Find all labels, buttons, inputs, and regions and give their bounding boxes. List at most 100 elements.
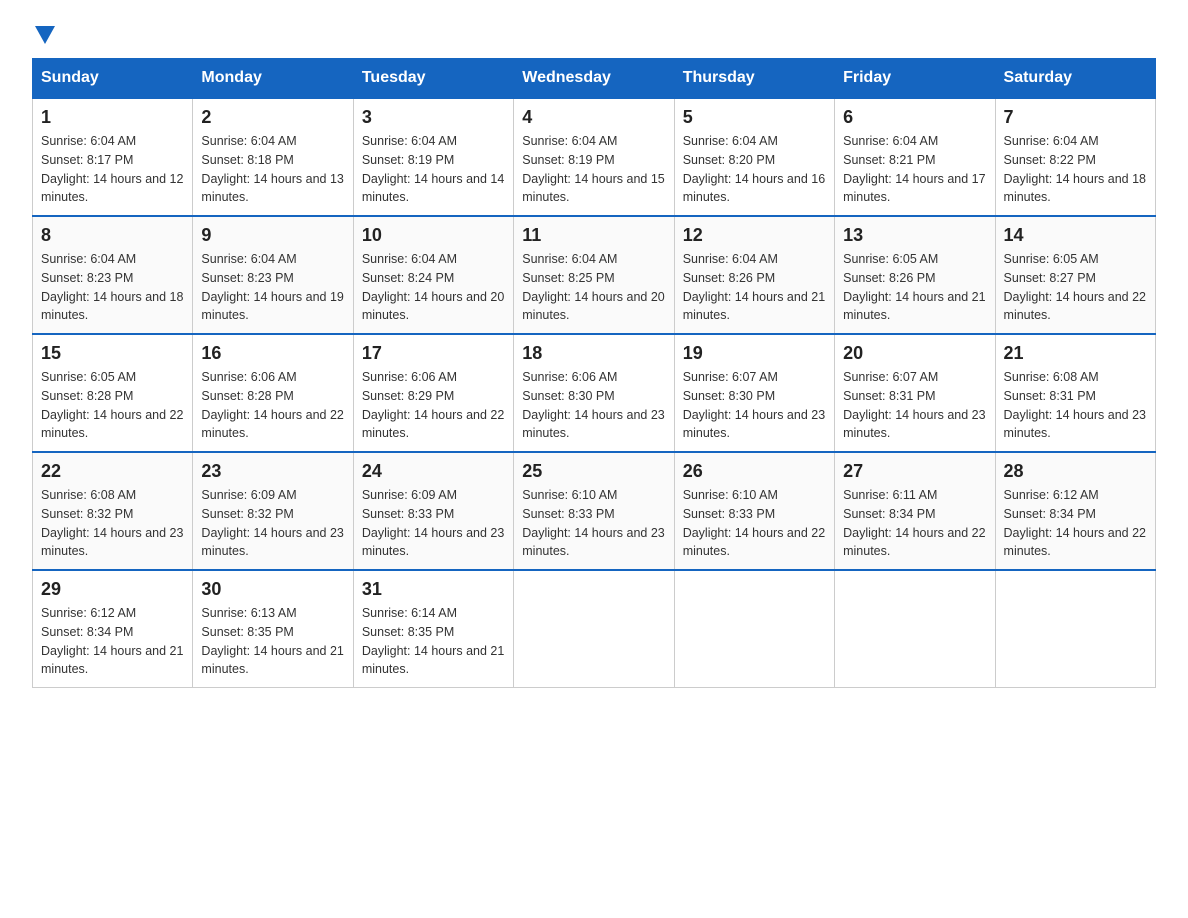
daylight-label: Daylight: 14 hours and 21 minutes. (683, 290, 825, 323)
sunset-label: Sunset: 8:18 PM (201, 153, 293, 167)
calendar-cell: 31 Sunrise: 6:14 AMSunset: 8:35 PMDayligh… (353, 570, 513, 688)
day-info: Sunrise: 6:11 AMSunset: 8:34 PMDaylight:… (843, 486, 986, 561)
day-info: Sunrise: 6:10 AMSunset: 8:33 PMDaylight:… (683, 486, 826, 561)
daylight-label: Daylight: 14 hours and 22 minutes. (201, 408, 343, 441)
page-header (32, 24, 1156, 46)
sunset-label: Sunset: 8:23 PM (41, 271, 133, 285)
sunrise-label: Sunrise: 6:05 AM (41, 370, 136, 384)
sunrise-label: Sunrise: 6:06 AM (201, 370, 296, 384)
daylight-label: Daylight: 14 hours and 13 minutes. (201, 172, 343, 205)
sunset-label: Sunset: 8:32 PM (41, 507, 133, 521)
calendar-cell: 12 Sunrise: 6:04 AMSunset: 8:26 PMDayligh… (674, 216, 834, 334)
calendar-table: SundayMondayTuesdayWednesdayThursdayFrid… (32, 58, 1156, 688)
sunset-label: Sunset: 8:23 PM (201, 271, 293, 285)
sunset-label: Sunset: 8:33 PM (522, 507, 614, 521)
day-info: Sunrise: 6:04 AMSunset: 8:19 PMDaylight:… (522, 132, 665, 207)
calendar-cell: 23Sunrise: 6:09 AMSunset: 8:32 PMDayligh… (193, 452, 353, 570)
day-info: Sunrise: 6:04 AMSunset: 8:26 PMDaylight:… (683, 250, 826, 325)
day-number: 29 (41, 579, 184, 600)
daylight-label: Daylight: 14 hours and 17 minutes. (843, 172, 985, 205)
sunrise-label: Sunrise: 6:04 AM (41, 252, 136, 266)
sunset-label: Sunset: 8:29 PM (362, 389, 454, 403)
day-info: Sunrise: 6:10 AMSunset: 8:33 PMDaylight:… (522, 486, 665, 561)
day-number: 2 (201, 107, 344, 128)
daylight-label: Daylight: 14 hours and 22 minutes. (1004, 290, 1146, 323)
daylight-label: Daylight: 14 hours and 12 minutes. (41, 172, 183, 205)
day-info: Sunrise: 6:06 AMSunset: 8:30 PMDaylight:… (522, 368, 665, 443)
calendar-cell: 30Sunrise: 6:13 AMSunset: 8:35 PMDayligh… (193, 570, 353, 688)
sunrise-label: Sunrise: 6:09 AM (201, 488, 296, 502)
day-info: Sunrise: 6:12 AMSunset: 8:34 PMDaylight:… (1004, 486, 1147, 561)
sunset-label: Sunset: 8:26 PM (683, 271, 775, 285)
sunrise-label: Sunrise: 6:04 AM (683, 134, 778, 148)
sunrise-label: Sunrise: 6:06 AM (522, 370, 617, 384)
sunset-label: Sunset: 8:32 PM (201, 507, 293, 521)
daylight-label: Daylight: 14 hours and 23 minutes. (41, 526, 183, 559)
day-number: 19 (683, 343, 826, 364)
day-info: Sunrise: 6:09 AMSunset: 8:33 PMDaylight:… (362, 486, 505, 561)
daylight-label: Daylight: 14 hours and 23 minutes. (522, 526, 664, 559)
day-number: 10 (362, 225, 505, 246)
sunrise-label: Sunrise: 6:05 AM (843, 252, 938, 266)
calendar-cell: 3Sunrise: 6:04 AMSunset: 8:19 PMDaylight… (353, 98, 513, 216)
daylight-label: Daylight: 14 hours and 23 minutes. (362, 526, 504, 559)
calendar-cell: 14 Sunrise: 6:05 AMSunset: 8:27 PMDayligh… (995, 216, 1155, 334)
calendar-cell: 11Sunrise: 6:04 AMSunset: 8:25 PMDayligh… (514, 216, 674, 334)
day-number: 18 (522, 343, 665, 364)
daylight-label: Daylight: 14 hours and 18 minutes. (41, 290, 183, 323)
day-number: 16 (201, 343, 344, 364)
day-number: 13 (843, 225, 986, 246)
sunrise-label: Sunrise: 6:08 AM (1004, 370, 1099, 384)
daylight-label: Daylight: 14 hours and 15 minutes. (522, 172, 664, 205)
calendar-cell: 18 Sunrise: 6:06 AMSunset: 8:30 PMDayligh… (514, 334, 674, 452)
day-info: Sunrise: 6:04 AMSunset: 8:23 PMDaylight:… (201, 250, 344, 325)
calendar-header-row: SundayMondayTuesdayWednesdayThursdayFrid… (33, 59, 1156, 99)
day-number: 30 (201, 579, 344, 600)
day-info: Sunrise: 6:07 AMSunset: 8:30 PMDaylight:… (683, 368, 826, 443)
day-info: Sunrise: 6:05 AMSunset: 8:27 PMDaylight:… (1004, 250, 1147, 325)
calendar-cell: 5Sunrise: 6:04 AMSunset: 8:20 PMDaylight… (674, 98, 834, 216)
daylight-label: Daylight: 14 hours and 16 minutes. (683, 172, 825, 205)
calendar-cell: 15 Sunrise: 6:05 AMSunset: 8:28 PMDayligh… (33, 334, 193, 452)
daylight-label: Daylight: 14 hours and 22 minutes. (683, 526, 825, 559)
day-number: 9 (201, 225, 344, 246)
day-info: Sunrise: 6:09 AMSunset: 8:32 PMDaylight:… (201, 486, 344, 561)
calendar-week-row: 22 Sunrise: 6:08 AM Sunset: 8:32 PM Dayligh… (33, 452, 1156, 570)
calendar-cell: 16 Sunrise: 6:06 AM Sunset: 8:28 PM Dayligh… (193, 334, 353, 452)
calendar-cell: 26Sunrise: 6:10 AMSunset: 8:33 PMDayligh… (674, 452, 834, 570)
sunrise-label: Sunrise: 6:04 AM (1004, 134, 1099, 148)
sunrise-label: Sunrise: 6:08 AM (41, 488, 136, 502)
day-number: 21 (1004, 343, 1147, 364)
day-number: 3 (362, 107, 505, 128)
daylight-label: Daylight: 14 hours and 23 minutes. (683, 408, 825, 441)
day-number: 27 (843, 461, 986, 482)
sunset-label: Sunset: 8:28 PM (201, 389, 293, 403)
day-number: 22 (41, 461, 184, 482)
calendar-header-thursday: Thursday (674, 59, 834, 99)
day-info: Sunrise: 6:04 AMSunset: 8:20 PMDaylight:… (683, 132, 826, 207)
calendar-cell: 8Sunrise: 6:04 AMSunset: 8:23 PMDaylight… (33, 216, 193, 334)
day-number: 12 (683, 225, 826, 246)
day-info: Sunrise: 6:05 AMSunset: 8:28 PMDaylight:… (41, 368, 184, 443)
day-info: Sunrise: 6:07 AMSunset: 8:31 PMDaylight:… (843, 368, 986, 443)
sunrise-label: Sunrise: 6:04 AM (522, 252, 617, 266)
sunrise-label: Sunrise: 6:04 AM (201, 134, 296, 148)
calendar-cell (995, 570, 1155, 688)
sunrise-label: Sunrise: 6:04 AM (362, 134, 457, 148)
sunset-label: Sunset: 8:34 PM (843, 507, 935, 521)
logo (32, 24, 55, 46)
day-number: 28 (1004, 461, 1147, 482)
day-number: 14 (1004, 225, 1147, 246)
calendar-cell (835, 570, 995, 688)
sunset-label: Sunset: 8:21 PM (843, 153, 935, 167)
day-number: 15 (41, 343, 184, 364)
day-info: Sunrise: 6:14 AMSunset: 8:35 PMDaylight:… (362, 604, 505, 679)
sunrise-label: Sunrise: 6:07 AM (843, 370, 938, 384)
daylight-label: Daylight: 14 hours and 19 minutes. (201, 290, 343, 323)
day-info: Sunrise: 6:04 AMSunset: 8:21 PMDaylight:… (843, 132, 986, 207)
sunset-label: Sunset: 8:34 PM (41, 625, 133, 639)
calendar-cell (514, 570, 674, 688)
day-number: 31 (362, 579, 505, 600)
day-info: Sunrise: 6:04 AMSunset: 8:24 PMDaylight:… (362, 250, 505, 325)
sunset-label: Sunset: 8:33 PM (683, 507, 775, 521)
